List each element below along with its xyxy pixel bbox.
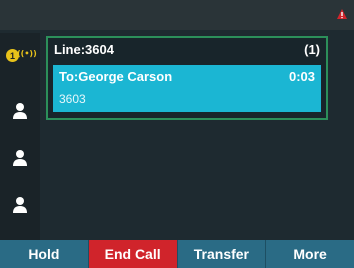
contact-icon — [13, 103, 27, 119]
hold-button[interactable]: Hold — [0, 240, 89, 268]
call-number: 3603 — [59, 92, 86, 106]
alert-icon — [337, 9, 347, 19]
line-key-rail: 1 ((•)) — [0, 33, 40, 241]
line-key-4[interactable] — [0, 183, 40, 227]
status-bar — [0, 0, 354, 30]
transfer-button[interactable]: Transfer — [178, 240, 267, 268]
line-key-1[interactable]: 1 ((•)) — [0, 43, 40, 87]
contact-icon — [13, 150, 27, 166]
active-call-item[interactable]: To:George Carson 0:03 3603 — [53, 65, 321, 112]
call-panel: Line:3604 (1) To:George Carson 0:03 3603 — [46, 36, 328, 120]
ringing-icon: ((•)) — [17, 49, 37, 58]
contact-icon — [13, 197, 27, 213]
line-key-3[interactable] — [0, 136, 40, 180]
more-button[interactable]: More — [266, 240, 354, 268]
end-call-button[interactable]: End Call — [88, 240, 178, 268]
call-timer: 0:03 — [288, 69, 315, 84]
softkey-bar: Hold End Call Transfer More — [0, 240, 354, 268]
call-recipient: To:George Carson — [59, 69, 173, 84]
line-call-count: (1) — [304, 42, 320, 57]
line-header: Line:3604 (1) — [48, 38, 326, 62]
line-label: Line:3604 — [54, 42, 114, 57]
phone-screen: 1 ((•)) Line:3604 (1) To:George Carson 0… — [0, 0, 354, 268]
line-key-2[interactable] — [0, 89, 40, 133]
